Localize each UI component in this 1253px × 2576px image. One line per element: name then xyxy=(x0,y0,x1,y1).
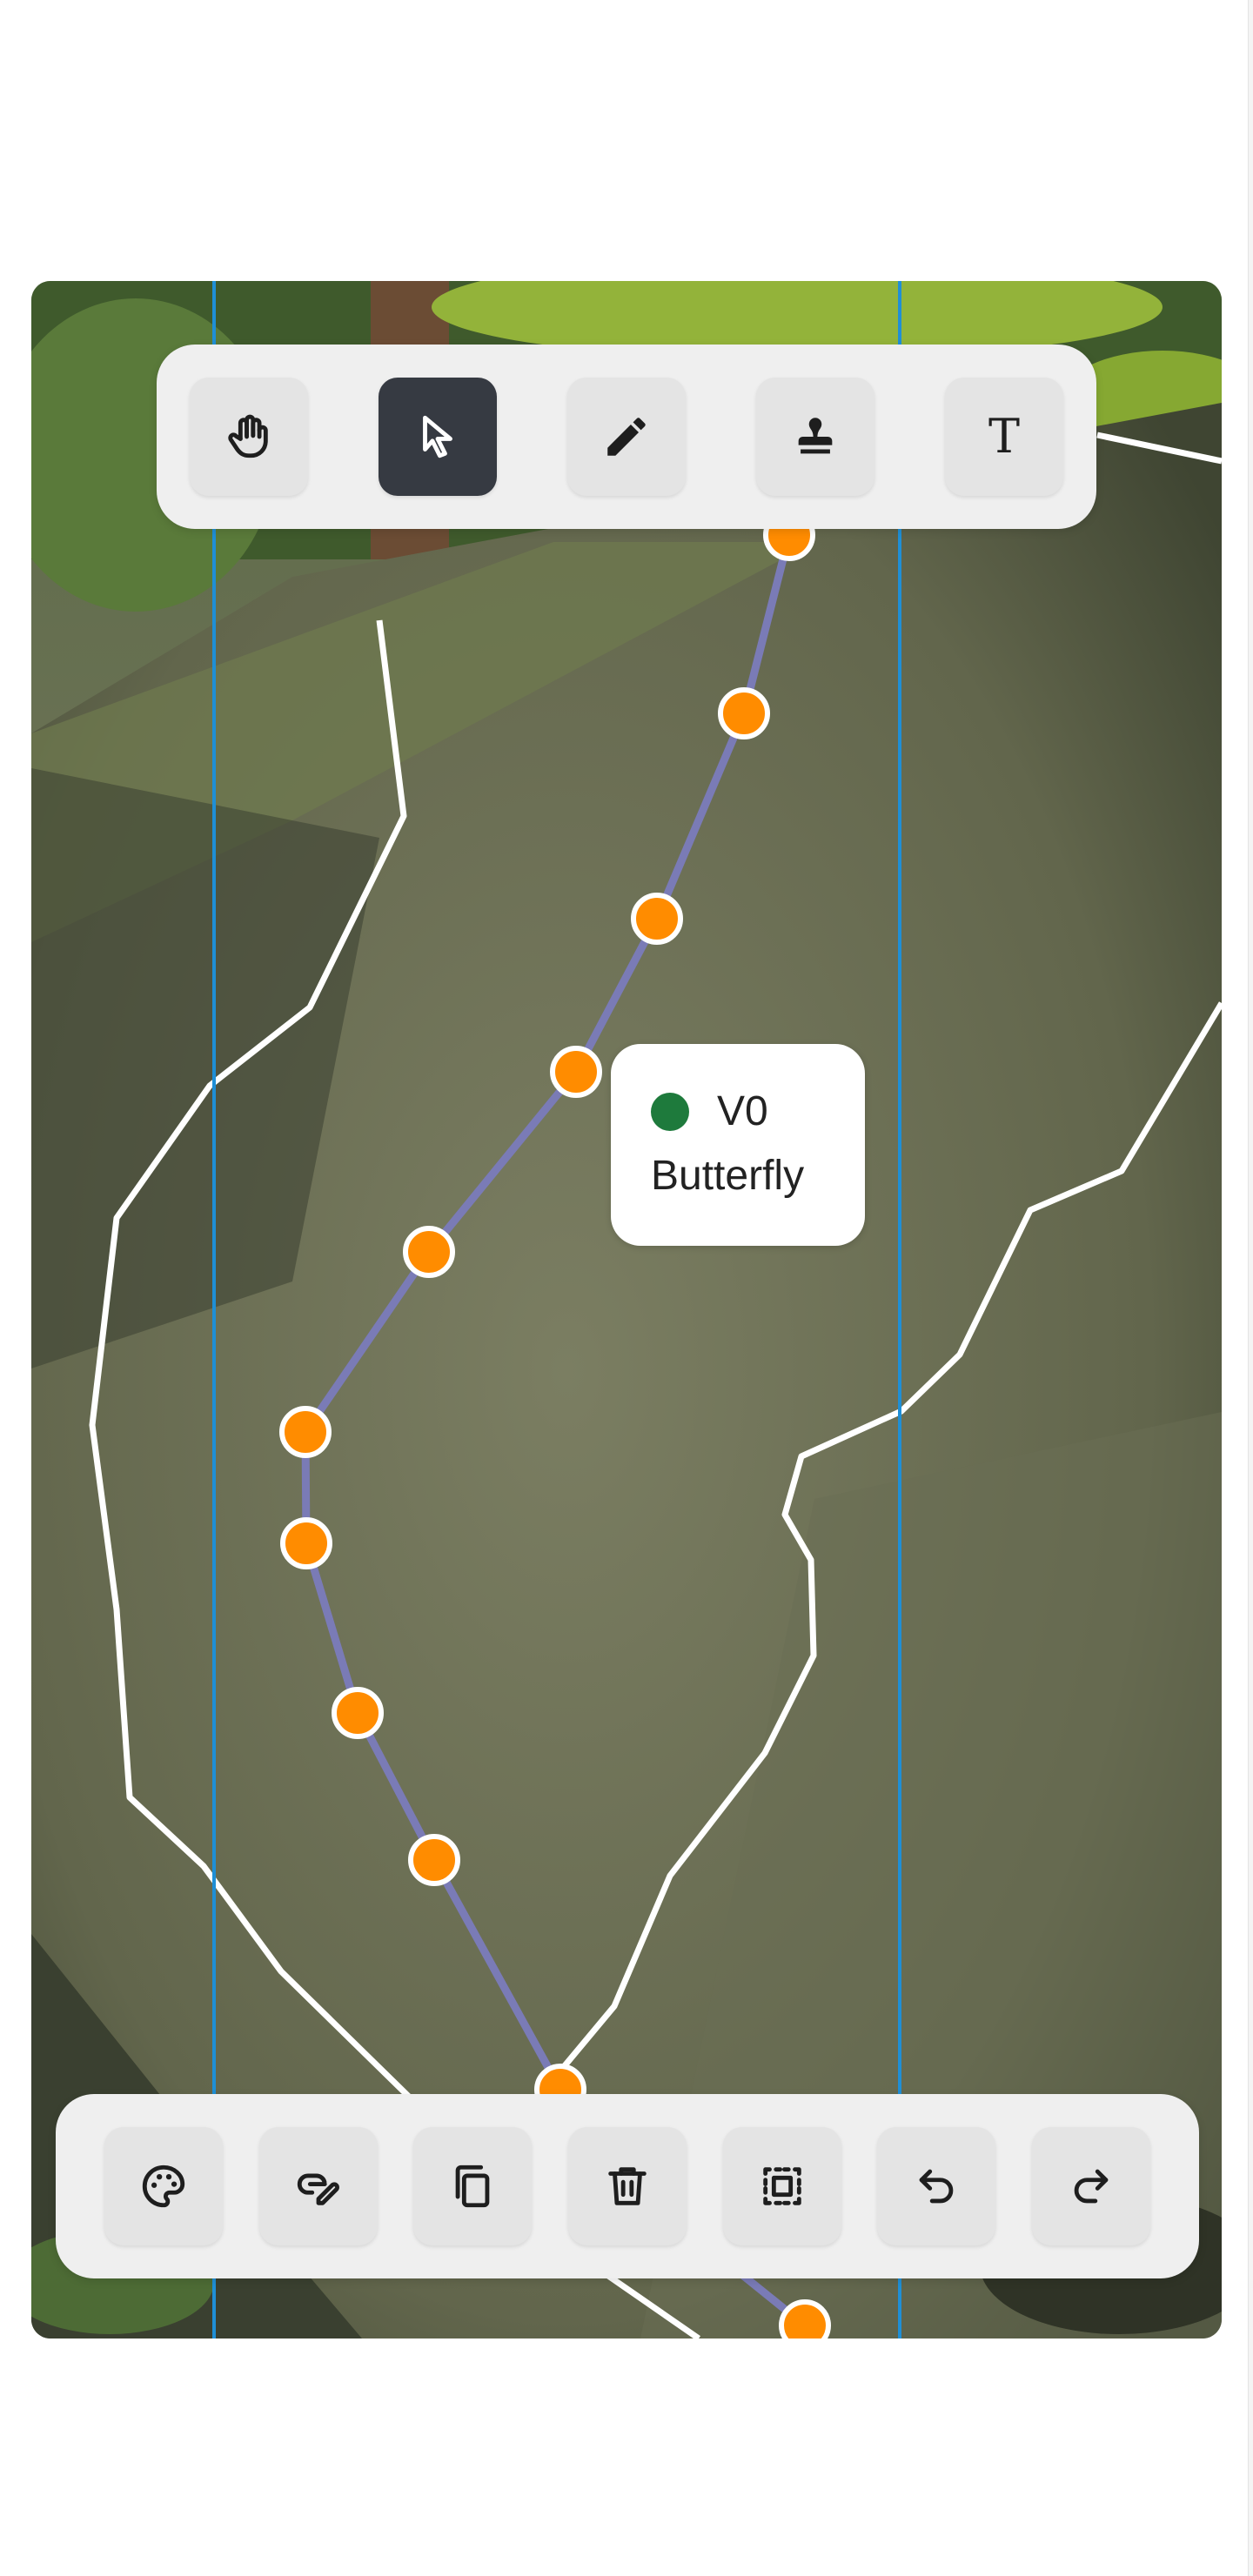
trash-icon xyxy=(608,2167,647,2205)
hold-marker[interactable] xyxy=(280,1517,332,1569)
stamp-icon xyxy=(798,418,833,454)
hold-marker[interactable] xyxy=(779,2299,831,2338)
select-tool-button[interactable] xyxy=(379,378,497,496)
topo-photo-canvas[interactable] xyxy=(31,281,1222,2338)
edit-link-button[interactable] xyxy=(258,2127,378,2245)
pan-tool-button[interactable] xyxy=(190,378,308,496)
grade-color-dot xyxy=(651,1093,689,1131)
text-tool-button[interactable]: T xyxy=(945,378,1063,496)
hold-marker[interactable] xyxy=(550,1046,602,1098)
redo-button[interactable] xyxy=(1031,2127,1150,2245)
page-scrollbar[interactable] xyxy=(1248,0,1253,2576)
hold-marker[interactable] xyxy=(718,687,770,739)
copy-icon xyxy=(455,2165,490,2208)
select-all-button[interactable] xyxy=(722,2127,841,2245)
redo-icon xyxy=(1074,2169,1109,2204)
palette-icon xyxy=(142,2165,185,2208)
hold-marker[interactable] xyxy=(332,1687,384,1739)
stamp-tool-button[interactable] xyxy=(756,378,874,496)
select-all-icon xyxy=(762,2167,801,2205)
hand-icon xyxy=(228,414,268,458)
route-label[interactable]: V0 Butterfly xyxy=(611,1044,865,1246)
undo-button[interactable] xyxy=(877,2127,996,2245)
route-name: Butterfly xyxy=(651,1153,805,1199)
cursor-arrow-icon xyxy=(423,415,452,458)
pencil-icon xyxy=(607,418,646,456)
hold-marker[interactable] xyxy=(408,1834,460,1886)
route-overlay xyxy=(279,509,831,2338)
hold-marker[interactable] xyxy=(631,893,683,945)
hold-marker[interactable] xyxy=(403,1226,455,1278)
top-toolbar: T xyxy=(157,345,1096,529)
bottom-toolbar xyxy=(56,2094,1199,2278)
delete-button[interactable] xyxy=(567,2127,687,2245)
route-grade: V0 xyxy=(717,1088,768,1134)
draw-tool-button[interactable] xyxy=(567,378,686,496)
link-edit-icon xyxy=(297,2173,339,2205)
text-icon: T xyxy=(988,409,1021,464)
hold-marker[interactable] xyxy=(279,1406,332,1458)
color-button[interactable] xyxy=(104,2127,223,2245)
undo-icon xyxy=(919,2169,954,2204)
duplicate-button[interactable] xyxy=(413,2127,533,2245)
